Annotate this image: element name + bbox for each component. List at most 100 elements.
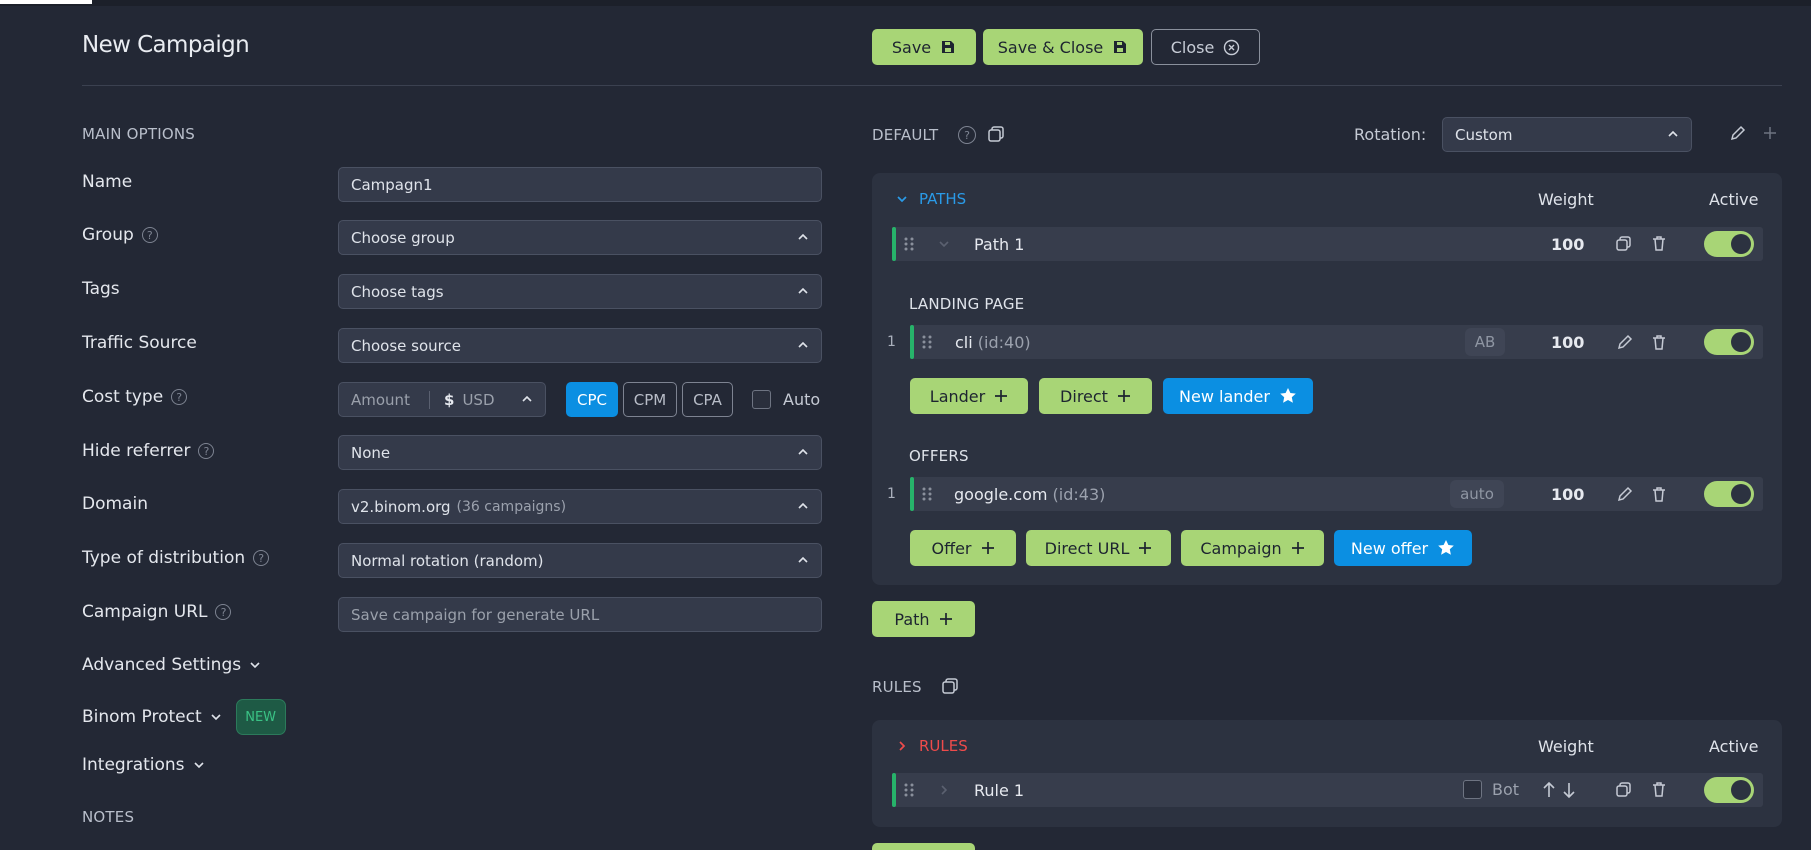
add-lander-label: Lander — [929, 386, 986, 406]
cost-option-cpc[interactable]: CPC — [566, 382, 618, 417]
header-divider — [82, 85, 1782, 86]
landing-weight[interactable]: 100 — [1551, 333, 1584, 352]
add-lander-button[interactable]: Lander — [910, 378, 1028, 414]
trash-icon[interactable] — [1651, 235, 1667, 252]
help-icon[interactable]: ? — [958, 126, 976, 144]
group-select[interactable]: Choose group — [338, 220, 822, 255]
distribution-select[interactable]: Normal rotation (random) — [338, 543, 822, 578]
auto-badge[interactable]: auto — [1450, 480, 1504, 508]
path-weight[interactable]: 100 — [1551, 235, 1584, 254]
help-icon[interactable]: ? — [215, 604, 232, 620]
landing-active-toggle[interactable] — [1704, 329, 1754, 355]
landing-accent-bar — [910, 325, 914, 359]
name-label-text: Name — [82, 172, 133, 192]
close-button[interactable]: Close — [1151, 29, 1260, 65]
arrow-up-icon[interactable] — [1542, 781, 1556, 799]
rule-active-toggle[interactable] — [1704, 777, 1754, 803]
drag-handle-icon[interactable] — [921, 486, 933, 502]
tags-select[interactable]: Choose tags — [338, 274, 822, 309]
add-rule-button-partial[interactable] — [872, 843, 975, 850]
trash-icon[interactable] — [1651, 486, 1667, 503]
trash-icon[interactable] — [1651, 334, 1667, 351]
drag-handle-icon[interactable] — [903, 236, 915, 252]
cost-option-cpm[interactable]: CPM — [623, 382, 677, 417]
offer-name-text: google.com — [954, 485, 1048, 504]
chevron-right-icon[interactable] — [896, 740, 908, 752]
distribution-label: Type of distribution? — [82, 548, 270, 568]
copy-icon[interactable] — [941, 677, 959, 695]
tags-label-text: Tags — [82, 279, 120, 299]
add-direct-button[interactable]: Direct — [1039, 378, 1152, 414]
bot-label: Bot — [1492, 780, 1520, 799]
hide-referrer-select[interactable]: None — [338, 435, 822, 470]
plus-icon[interactable] — [1762, 125, 1778, 141]
trash-icon[interactable] — [1651, 781, 1667, 798]
name-input-value: Campagn1 — [351, 175, 433, 194]
bot-checkbox[interactable] — [1463, 780, 1482, 799]
pencil-icon[interactable] — [1616, 486, 1633, 503]
star-icon — [1279, 387, 1297, 405]
new-offer-button[interactable]: New offer — [1334, 530, 1472, 566]
rules-heading: RULES — [919, 737, 968, 755]
active-tab-indicator — [0, 0, 92, 4]
chevron-down-icon[interactable] — [938, 238, 950, 250]
auto-label: Auto — [783, 390, 821, 409]
add-path-button[interactable]: Path — [872, 601, 975, 637]
notes-toolbar-partial — [82, 845, 782, 850]
save-button[interactable]: Save — [872, 29, 976, 65]
landing-page-heading: LANDING PAGE — [909, 295, 1025, 313]
rules-section-heading: RULES — [872, 678, 922, 696]
offer-weight[interactable]: 100 — [1551, 485, 1584, 504]
domain-select[interactable]: v2.binom.org (36 campaigns) — [338, 489, 822, 524]
add-direct-label: Direct — [1060, 386, 1108, 406]
copy-icon[interactable] — [1615, 781, 1632, 798]
add-campaign-button[interactable]: Campaign — [1181, 530, 1324, 566]
traffic-source-select[interactable]: Choose source — [338, 328, 822, 363]
auto-option[interactable]: Auto — [752, 390, 820, 409]
binom-protect-toggle[interactable]: Binom Protect NEW — [82, 699, 286, 735]
arrow-down-icon[interactable] — [1562, 781, 1576, 799]
ab-badge[interactable]: AB — [1465, 328, 1505, 356]
auto-checkbox[interactable] — [752, 390, 771, 409]
close-button-label: Close — [1170, 37, 1215, 57]
rotation-select[interactable]: Custom — [1442, 117, 1692, 152]
drag-handle-icon[interactable] — [903, 782, 915, 798]
help-icon[interactable]: ? — [198, 443, 215, 459]
rotation-label: Rotation: — [1354, 125, 1427, 144]
default-heading: DEFAULT — [872, 126, 939, 144]
star-icon — [1437, 539, 1455, 557]
pencil-icon[interactable] — [1616, 334, 1633, 351]
integrations-toggle[interactable]: Integrations — [82, 755, 205, 775]
offer-active-toggle[interactable] — [1704, 481, 1754, 507]
new-lander-button[interactable]: New lander — [1163, 378, 1313, 414]
pencil-icon[interactable] — [1729, 125, 1746, 142]
cost-option-cpa[interactable]: CPA — [682, 382, 733, 417]
name-input[interactable]: Campagn1 — [338, 167, 822, 202]
add-direct-url-button[interactable]: Direct URL — [1026, 530, 1171, 566]
help-icon[interactable]: ? — [141, 227, 158, 243]
chevron-down-icon[interactable] — [896, 193, 908, 205]
drag-handle-icon[interactable] — [921, 334, 933, 350]
campaign-url-input[interactable]: Save campaign for generate URL — [338, 597, 822, 632]
cost-type-label-text: Cost type — [82, 387, 164, 407]
add-offer-button[interactable]: Offer — [910, 530, 1016, 566]
copy-icon[interactable] — [987, 125, 1005, 143]
hide-referrer-label: Hide referrer? — [82, 441, 215, 461]
bot-option[interactable]: Bot — [1463, 780, 1519, 799]
landing-row[interactable] — [910, 325, 1763, 359]
copy-icon[interactable] — [1615, 235, 1632, 252]
path-active-toggle[interactable] — [1704, 231, 1754, 257]
help-icon[interactable]: ? — [171, 389, 188, 405]
chevron-right-icon[interactable] — [938, 784, 950, 796]
currency-select[interactable]: $ USD — [430, 391, 495, 409]
traffic-source-value: Choose source — [351, 336, 461, 355]
save-and-close-button[interactable]: Save & Close — [983, 29, 1143, 65]
plus-icon — [1117, 389, 1131, 403]
chevron-up-icon — [797, 554, 809, 566]
advanced-settings-toggle[interactable]: Advanced Settings — [82, 655, 261, 675]
chevron-up-icon — [521, 393, 533, 405]
help-icon[interactable]: ? — [253, 550, 270, 566]
currency-code: USD — [462, 390, 495, 409]
cost-amount-input[interactable]: Amount $ USD — [338, 382, 546, 417]
chevron-up-icon — [797, 500, 809, 512]
